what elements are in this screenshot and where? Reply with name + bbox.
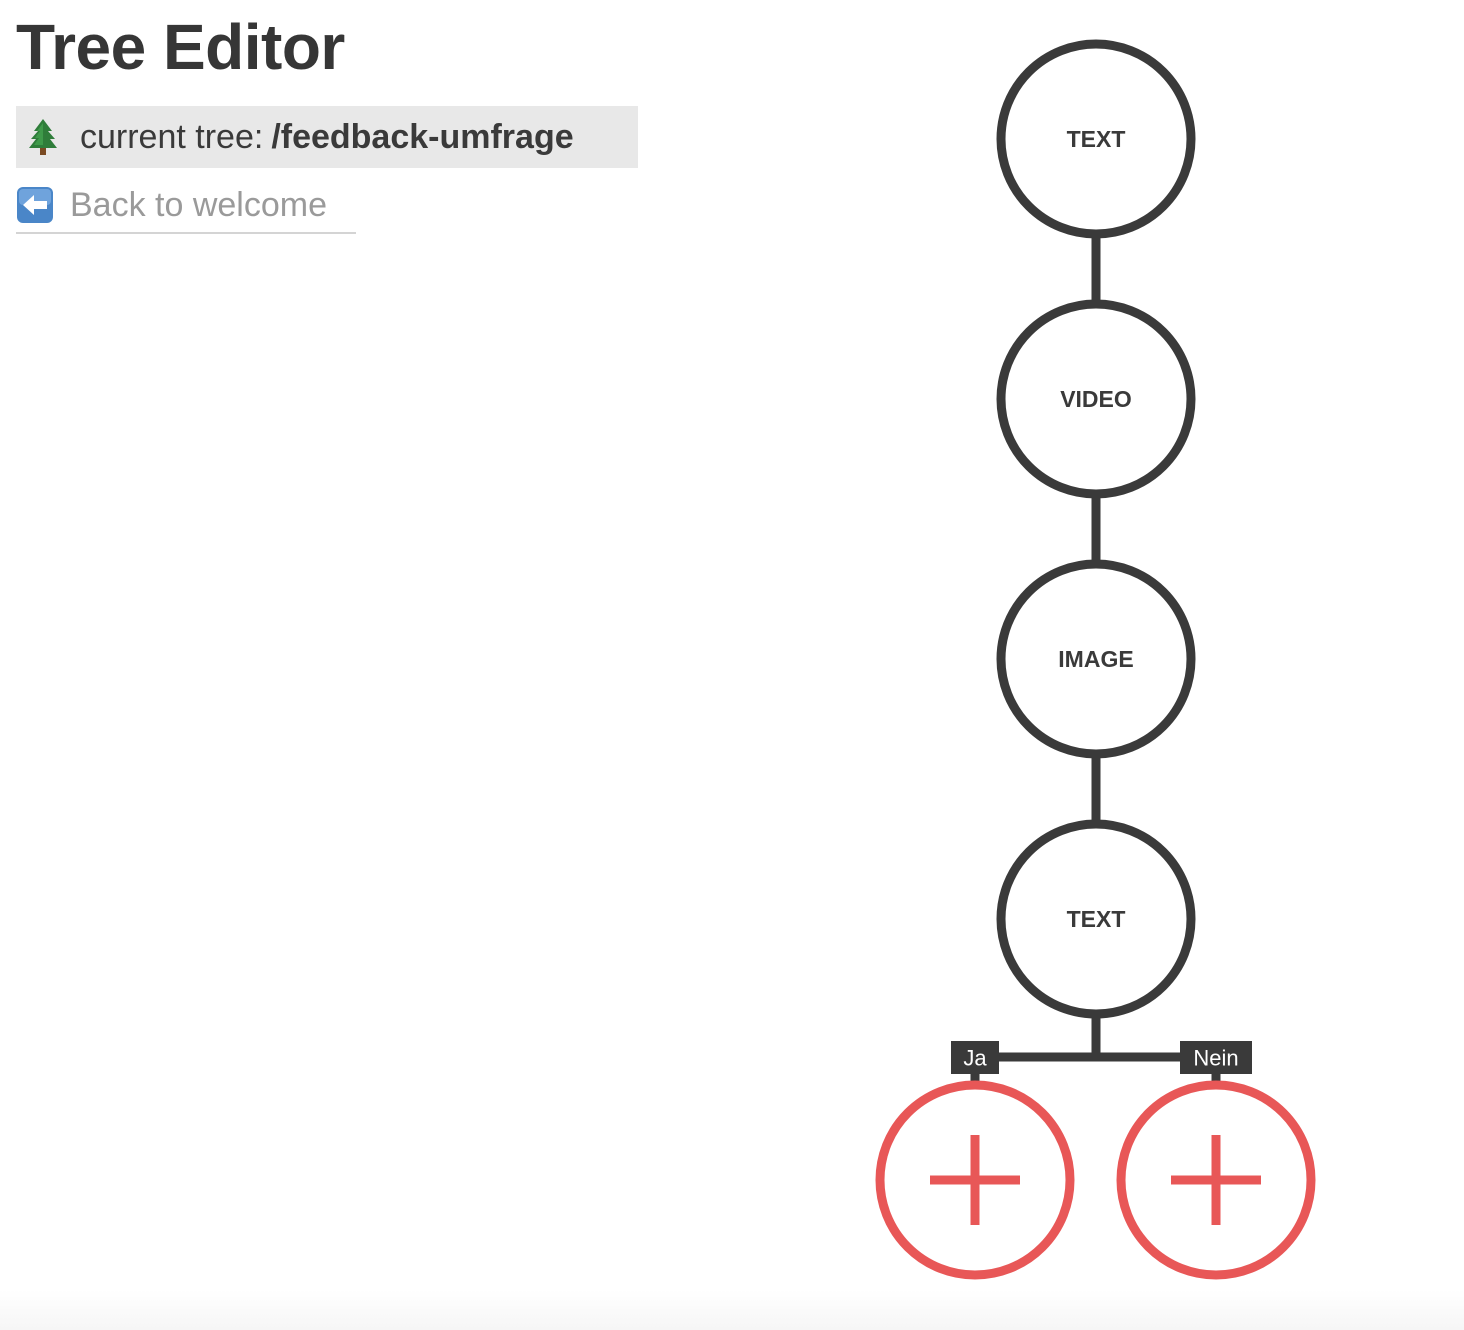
branch-label-text: Ja [963,1046,987,1071]
bottom-fade [0,1290,1464,1330]
tree-node[interactable]: TEXT [996,819,1196,1019]
current-tree-bar: current tree: /feedback-umfrage [16,106,638,168]
current-tree-name: /feedback-umfrage [271,117,574,156]
tree-node[interactable]: TEXT [996,39,1196,239]
node-label: TEXT [1067,906,1126,932]
current-tree-label: current tree: [80,117,264,156]
branch-label-text: Nein [1193,1046,1238,1071]
branch-label-ja: Ja [951,1041,999,1074]
back-arrow-icon [16,186,54,224]
tree-node[interactable]: IMAGE [996,559,1196,759]
evergreen-tree-icon [26,117,60,157]
back-to-welcome-link[interactable]: Back to welcome [16,184,356,234]
node-label: VIDEO [1060,386,1132,412]
add-node-button-ja[interactable] [875,1080,1075,1280]
node-label: IMAGE [1058,646,1133,672]
branch-label-nein: Nein [1180,1041,1252,1074]
node-label: TEXT [1067,126,1126,152]
page-title: Tree Editor [16,11,345,83]
back-to-welcome-label: Back to welcome [70,186,327,224]
add-node-button-nein[interactable] [1116,1080,1316,1280]
tree-node[interactable]: VIDEO [996,299,1196,499]
